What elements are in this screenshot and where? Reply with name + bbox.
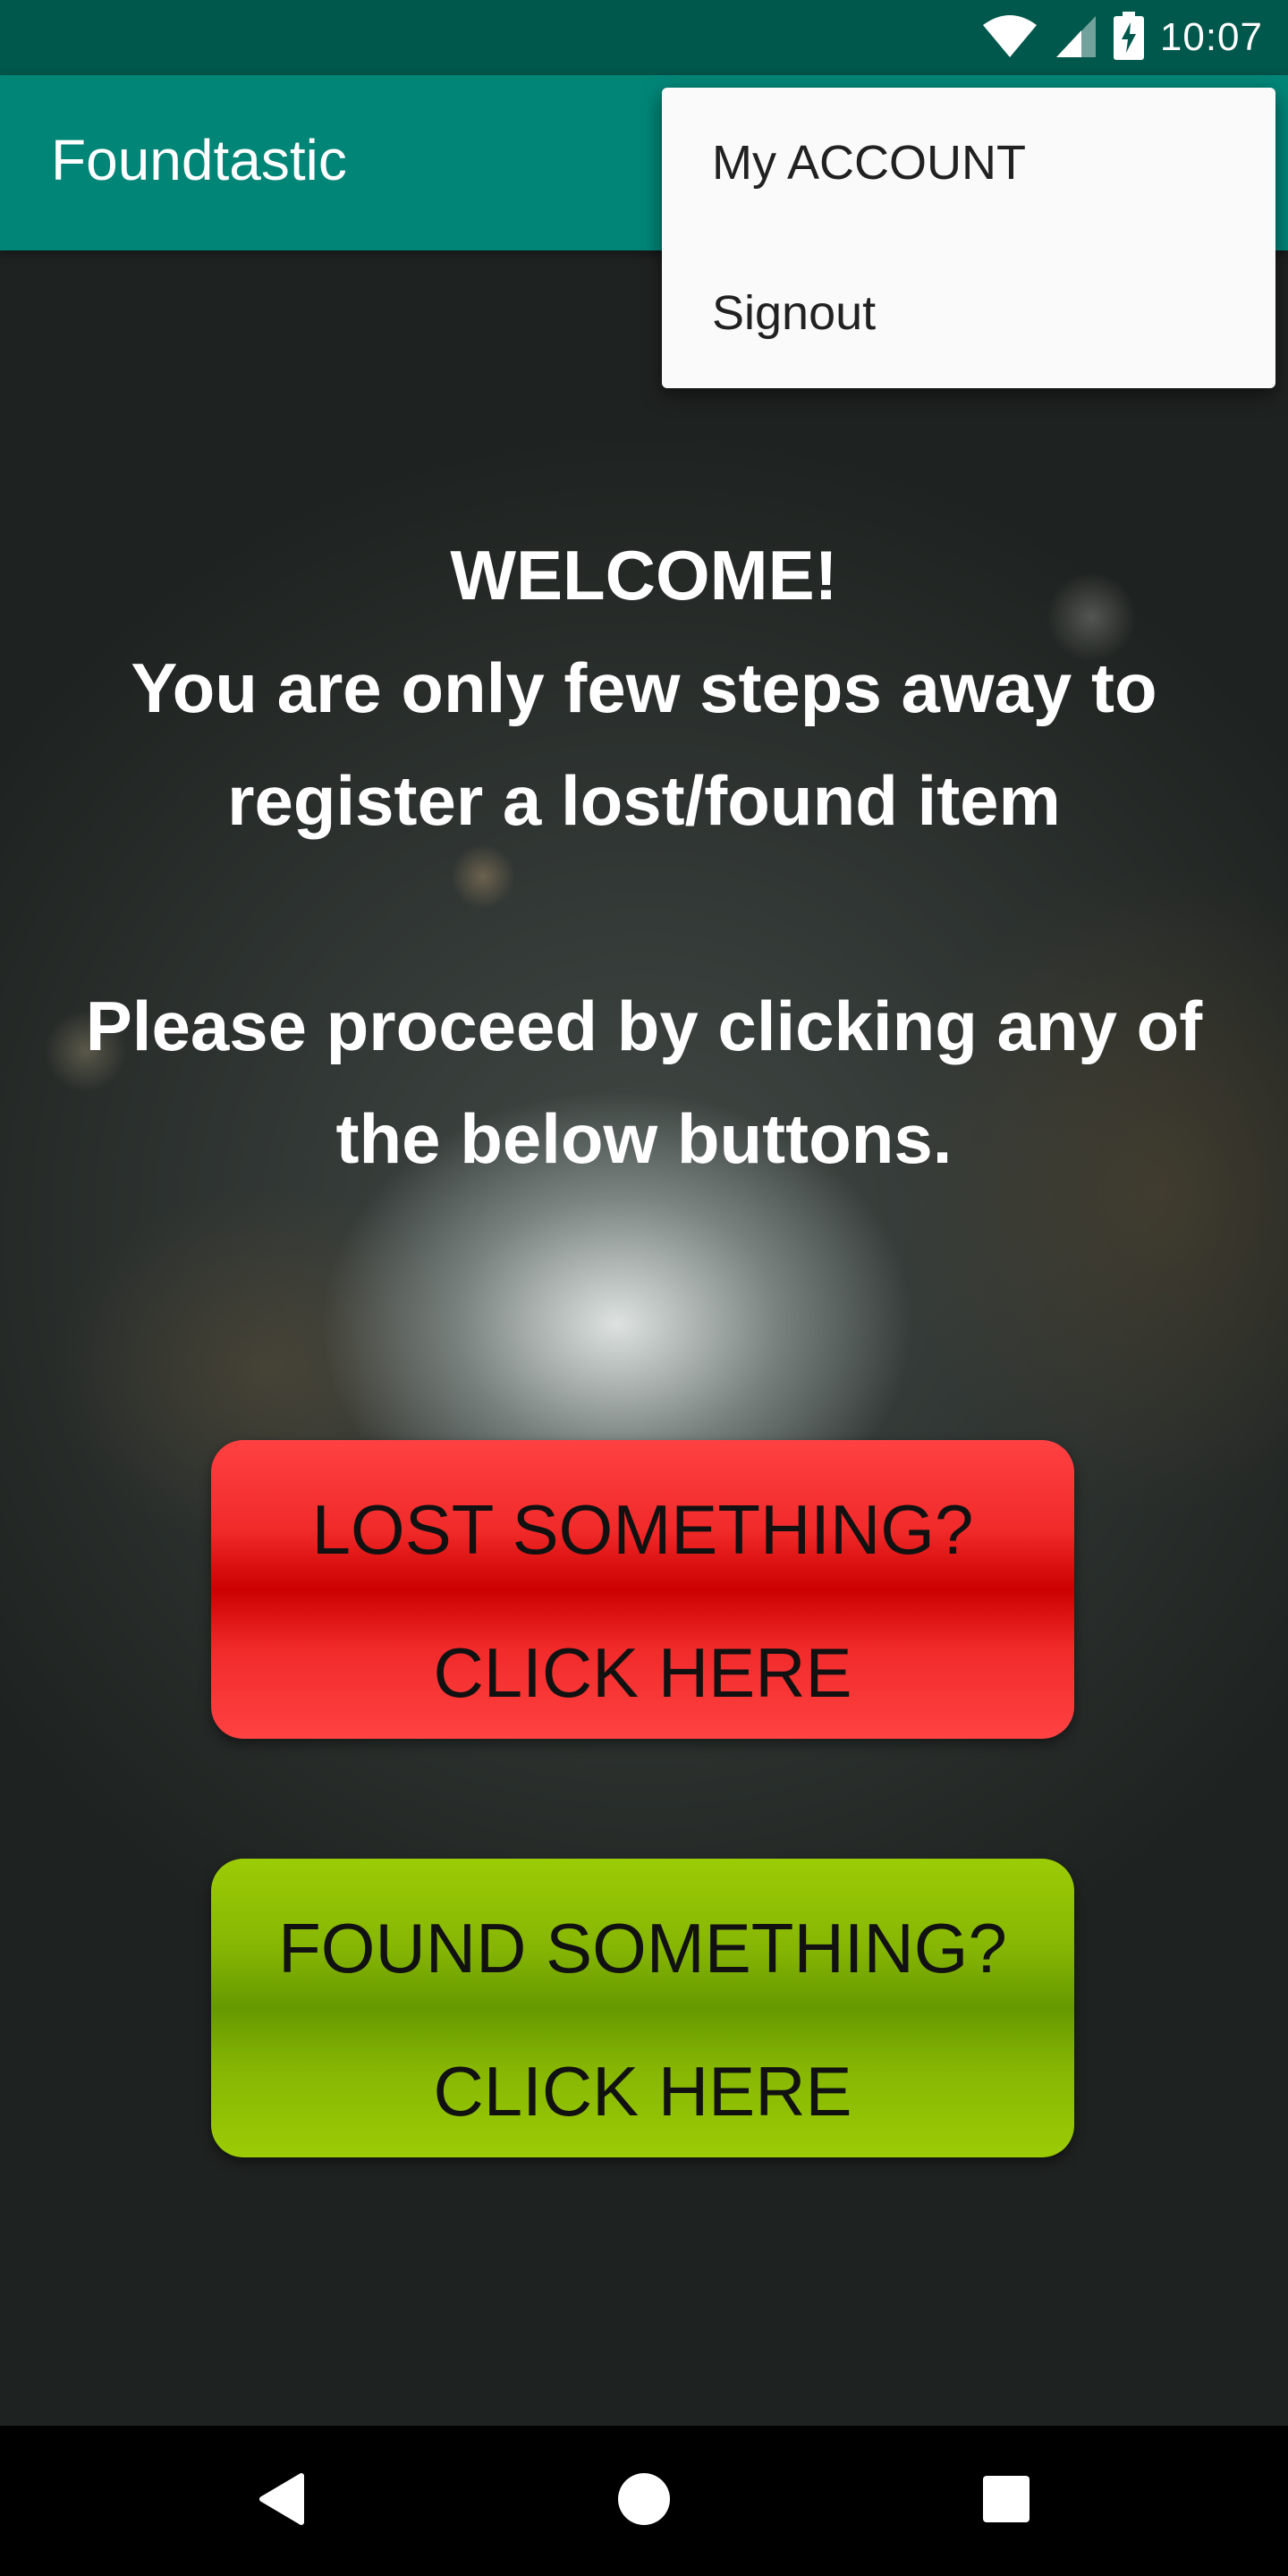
welcome-message: WELCOME! You are only few steps away to … (54, 519, 1234, 1195)
menu-item-signout[interactable]: Signout (662, 238, 1275, 388)
menu-item-my-account[interactable]: My ACCOUNT (662, 88, 1275, 238)
instruction-line-2: the below buttons. (335, 1099, 953, 1178)
welcome-line-2: You are only few steps away to (131, 648, 1157, 727)
back-icon (255, 2470, 309, 2532)
recents-button[interactable] (962, 2456, 1051, 2546)
status-icons: 10:07 (981, 11, 1263, 64)
screen: 10:07 Foundtastic WELCOME! You are only … (0, 0, 1288, 2576)
home-icon (617, 2472, 671, 2530)
welcome-heading: WELCOME! (450, 536, 838, 614)
overflow-menu: My ACCOUNT Signout (662, 88, 1275, 388)
home-button[interactable] (599, 2456, 689, 2546)
battery-charging-icon (1113, 11, 1144, 64)
lost-button-cta: CLICK HERE (433, 1633, 852, 1712)
welcome-line-3: register a lost/found item (227, 761, 1061, 840)
instruction-line-1: Please proceed by clicking any of (85, 987, 1203, 1065)
status-time: 10:07 (1159, 15, 1263, 59)
app-title: Foundtastic (51, 128, 347, 192)
found-button-label: FOUND SOMETHING? (278, 1909, 1007, 1987)
status-bar: 10:07 (0, 0, 1288, 75)
cell-signal-icon (1055, 13, 1097, 64)
navigation-bar (0, 2426, 1288, 2576)
found-something-button[interactable]: FOUND SOMETHING? CLICK HERE (211, 1859, 1074, 2157)
lost-button-label: LOST SOMETHING? (311, 1490, 974, 1569)
recents-icon (981, 2474, 1031, 2529)
lost-something-button[interactable]: LOST SOMETHING? CLICK HERE (211, 1440, 1074, 1739)
wifi-icon (981, 13, 1038, 64)
back-button[interactable] (237, 2456, 326, 2546)
menu-item-label: Signout (712, 286, 877, 340)
found-button-cta: CLICK HERE (433, 2052, 852, 2131)
menu-item-label: My ACCOUNT (712, 136, 1026, 190)
